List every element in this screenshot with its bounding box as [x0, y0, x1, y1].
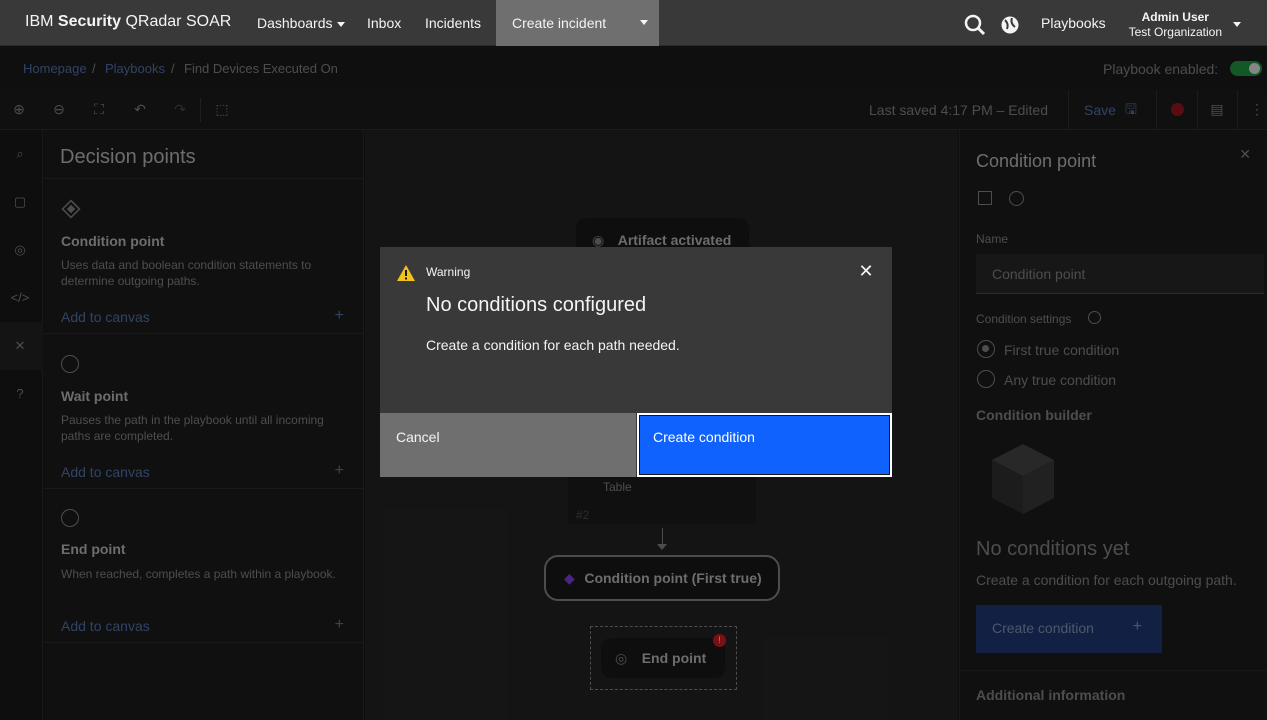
- brand-prefix: IBM: [25, 13, 58, 30]
- cancel-button[interactable]: Cancel: [380, 413, 636, 477]
- modal-title: No conditions configured: [426, 294, 647, 316]
- brand-suffix: QRadar SOAR: [121, 13, 232, 30]
- nav-inbox[interactable]: Inbox: [367, 0, 401, 46]
- nav-dashboards-label: Dashboards: [257, 15, 333, 31]
- user-org: Test Organization: [1128, 25, 1222, 39]
- nav-playbooks[interactable]: Playbooks: [1041, 0, 1106, 46]
- nav-inbox-label: Inbox: [367, 15, 402, 31]
- close-icon[interactable]: ✕: [856, 261, 876, 281]
- modal-label: Warning: [426, 265, 471, 279]
- warning-icon: [397, 265, 415, 281]
- caret-down-icon[interactable]: [640, 20, 648, 25]
- modal-body: Create a condition for each path needed.: [426, 337, 680, 353]
- warning-modal: Warning No conditions configured ✕ Creat…: [380, 247, 892, 477]
- create-condition-button[interactable]: Create condition: [637, 413, 892, 477]
- caret-down-icon: [336, 21, 345, 27]
- nav-dashboards[interactable]: Dashboards: [257, 0, 345, 46]
- top-header: IBM Security QRadar SOAR Dashboards Inbo…: [0, 0, 1267, 46]
- nav-create-incident-label: Create incident: [512, 15, 607, 31]
- brand-bold: Security: [57, 13, 122, 30]
- user-menu[interactable]: Admin User Test Organization: [1129, 10, 1222, 40]
- globe-icon[interactable]: [1000, 15, 1020, 35]
- nav-create-incident[interactable]: Create incident: [496, 0, 659, 46]
- nav-incidents-label: Incidents: [425, 15, 482, 31]
- nav-playbooks-label: Playbooks: [1041, 15, 1106, 31]
- user-name: Admin User: [1141, 10, 1209, 24]
- search-icon[interactable]: [964, 14, 986, 36]
- brand[interactable]: IBM Security QRadar SOAR: [25, 13, 231, 31]
- user-caret-icon[interactable]: [1233, 22, 1241, 27]
- nav-incidents[interactable]: Incidents: [425, 0, 481, 46]
